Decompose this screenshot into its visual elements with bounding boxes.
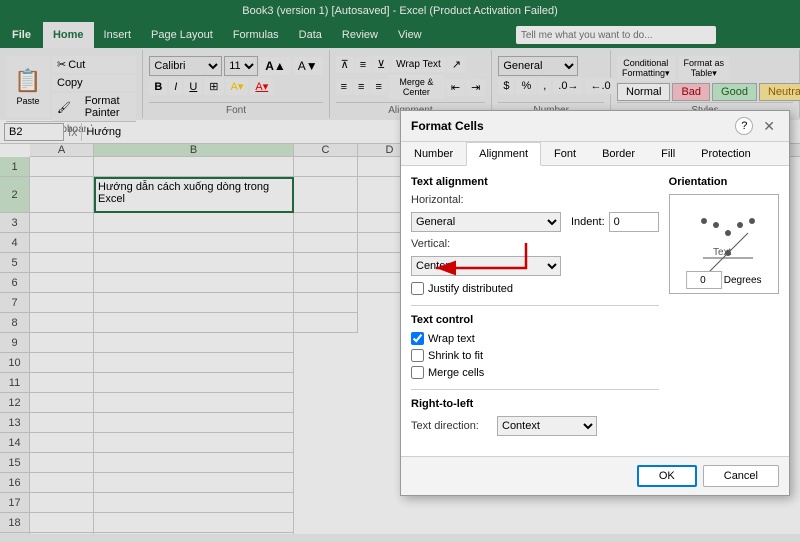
tab-fill[interactable]: Fill	[648, 142, 688, 166]
wrap-text-checkbox[interactable]	[411, 332, 424, 345]
dialog-tabs: Number Alignment Font Border Fill Protec…	[401, 142, 789, 166]
dialog-two-col: Text alignment Horizontal: General Inden…	[411, 176, 779, 446]
divider2	[411, 389, 659, 390]
tab-protection[interactable]: Protection	[688, 142, 764, 166]
justify-distributed-label: Justify distributed	[428, 283, 513, 295]
tab-font[interactable]: Font	[541, 142, 589, 166]
dialog-title: Format Cells	[411, 119, 484, 133]
tab-border[interactable]: Border	[589, 142, 648, 166]
right-to-left-title: Right-to-left	[411, 398, 659, 410]
indent-input[interactable]	[609, 212, 659, 232]
text-alignment-section: Text alignment Horizontal: General Inden…	[411, 176, 659, 295]
degrees-label: Degrees	[724, 275, 762, 286]
help-button[interactable]: ?	[735, 117, 753, 135]
shrink-to-fit-label: Shrink to fit	[428, 350, 483, 362]
merge-cells-label: Merge cells	[428, 367, 484, 379]
dialog-right-col: Orientation	[669, 176, 779, 446]
indent-label: Indent:	[571, 216, 605, 228]
vertical-label: Vertical:	[411, 238, 491, 250]
shrink-to-fit-checkbox[interactable]	[411, 349, 424, 362]
justify-distributed-checkbox[interactable]	[411, 282, 424, 295]
degrees-input[interactable]	[686, 271, 722, 289]
vertical-row: Vertical:	[411, 238, 659, 250]
wrap-text-row: Wrap text	[411, 332, 659, 345]
dialog-overlay: Format Cells ? ✕ Number Alignment Font B…	[0, 0, 800, 542]
dialog-body: Text alignment Horizontal: General Inden…	[401, 166, 789, 456]
shrink-to-fit-row: Shrink to fit	[411, 349, 659, 362]
right-to-left-section: Right-to-left Text direction: Context	[411, 398, 659, 436]
justify-distributed-row: Justify distributed	[411, 282, 659, 295]
horizontal-select[interactable]: General	[411, 212, 561, 232]
dialog-left-col: Text alignment Horizontal: General Inden…	[411, 176, 659, 446]
tab-number[interactable]: Number	[401, 142, 466, 166]
format-cells-dialog: Format Cells ? ✕ Number Alignment Font B…	[400, 110, 790, 496]
text-control-title: Text control	[411, 314, 659, 326]
ok-button[interactable]: OK	[637, 465, 697, 487]
cancel-button[interactable]: Cancel	[703, 465, 779, 487]
dialog-footer: OK Cancel	[401, 456, 789, 495]
horizontal-row: Horizontal:	[411, 194, 659, 206]
vertical-select[interactable]: Center	[411, 256, 561, 276]
text-direction-select[interactable]: Context	[497, 416, 597, 436]
orientation-visual: Text Degrees	[669, 194, 779, 294]
orientation-svg: Text	[678, 203, 770, 271]
merge-cells-checkbox[interactable]	[411, 366, 424, 379]
divider1	[411, 305, 659, 306]
close-button[interactable]: ✕	[759, 118, 779, 135]
text-direction-row: Text direction: Context	[411, 416, 659, 436]
orientation-title: Orientation	[669, 176, 779, 188]
merge-cells-row: Merge cells	[411, 366, 659, 379]
wrap-text-label: Wrap text	[428, 333, 475, 345]
horizontal-label: Horizontal:	[411, 194, 491, 206]
tab-alignment[interactable]: Alignment	[466, 142, 541, 166]
dialog-title-bar: Format Cells ? ✕	[401, 111, 789, 142]
text-control-section: Text control Wrap text Shrink to fit Mer…	[411, 314, 659, 379]
text-alignment-title: Text alignment	[411, 176, 659, 188]
text-direction-label: Text direction:	[411, 420, 491, 432]
